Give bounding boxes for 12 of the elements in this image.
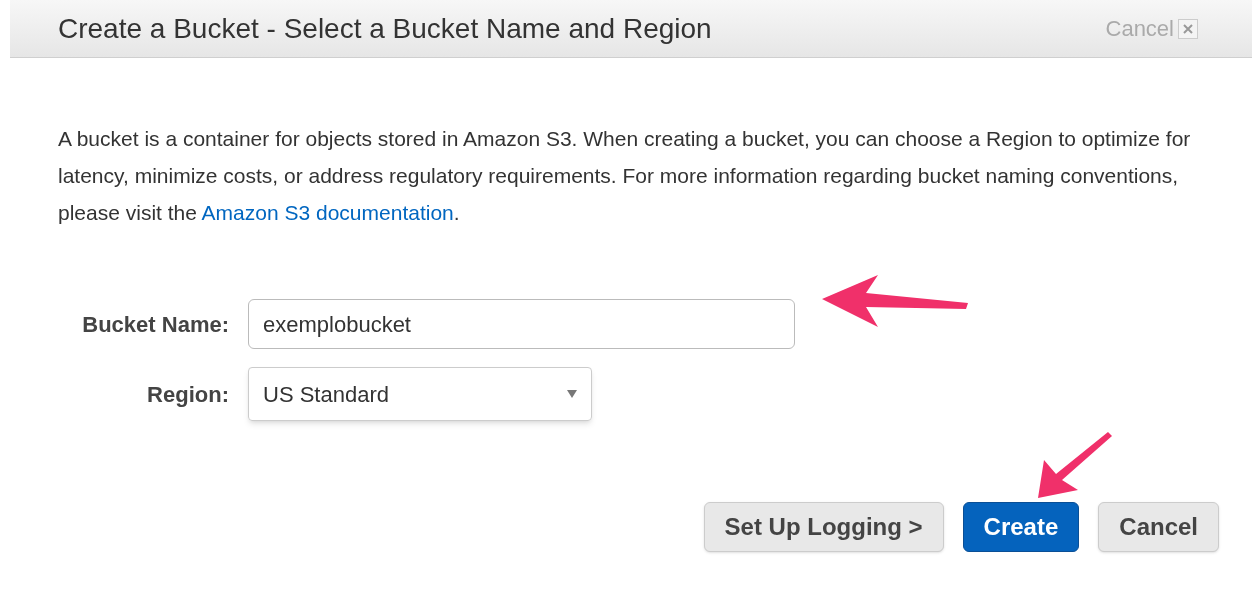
field-label: Bucket Name: [81,310,230,339]
documentation-link[interactable]: Amazon S3 documentation [201,201,454,224]
secondary-button[interactable]: Set Up Logging > [703,502,944,552]
bucket-name-input[interactable]: exemplobucket [248,299,795,349]
dialog-title: Create a Bucket - Select a Bucket Name and Region [58,11,712,46]
region-select[interactable]: US Standard [248,367,592,421]
description-paragraph: A bucket is a container for objects stored in Amazon S3. When creating a bucket, you can choose a Region to optimize for latency, minimize costs, or address regulatory requirements. For more information regarding bucket naming conventions, please visit the Amazon S3 documentation. [58,126,1192,226]
dropdown-caret-icon [567,390,577,398]
create-button[interactable]: Create [962,502,1080,552]
close-icon [1178,18,1198,39]
field-label: Region: [146,380,230,409]
secondary-button[interactable]: Cancel [1098,502,1219,552]
